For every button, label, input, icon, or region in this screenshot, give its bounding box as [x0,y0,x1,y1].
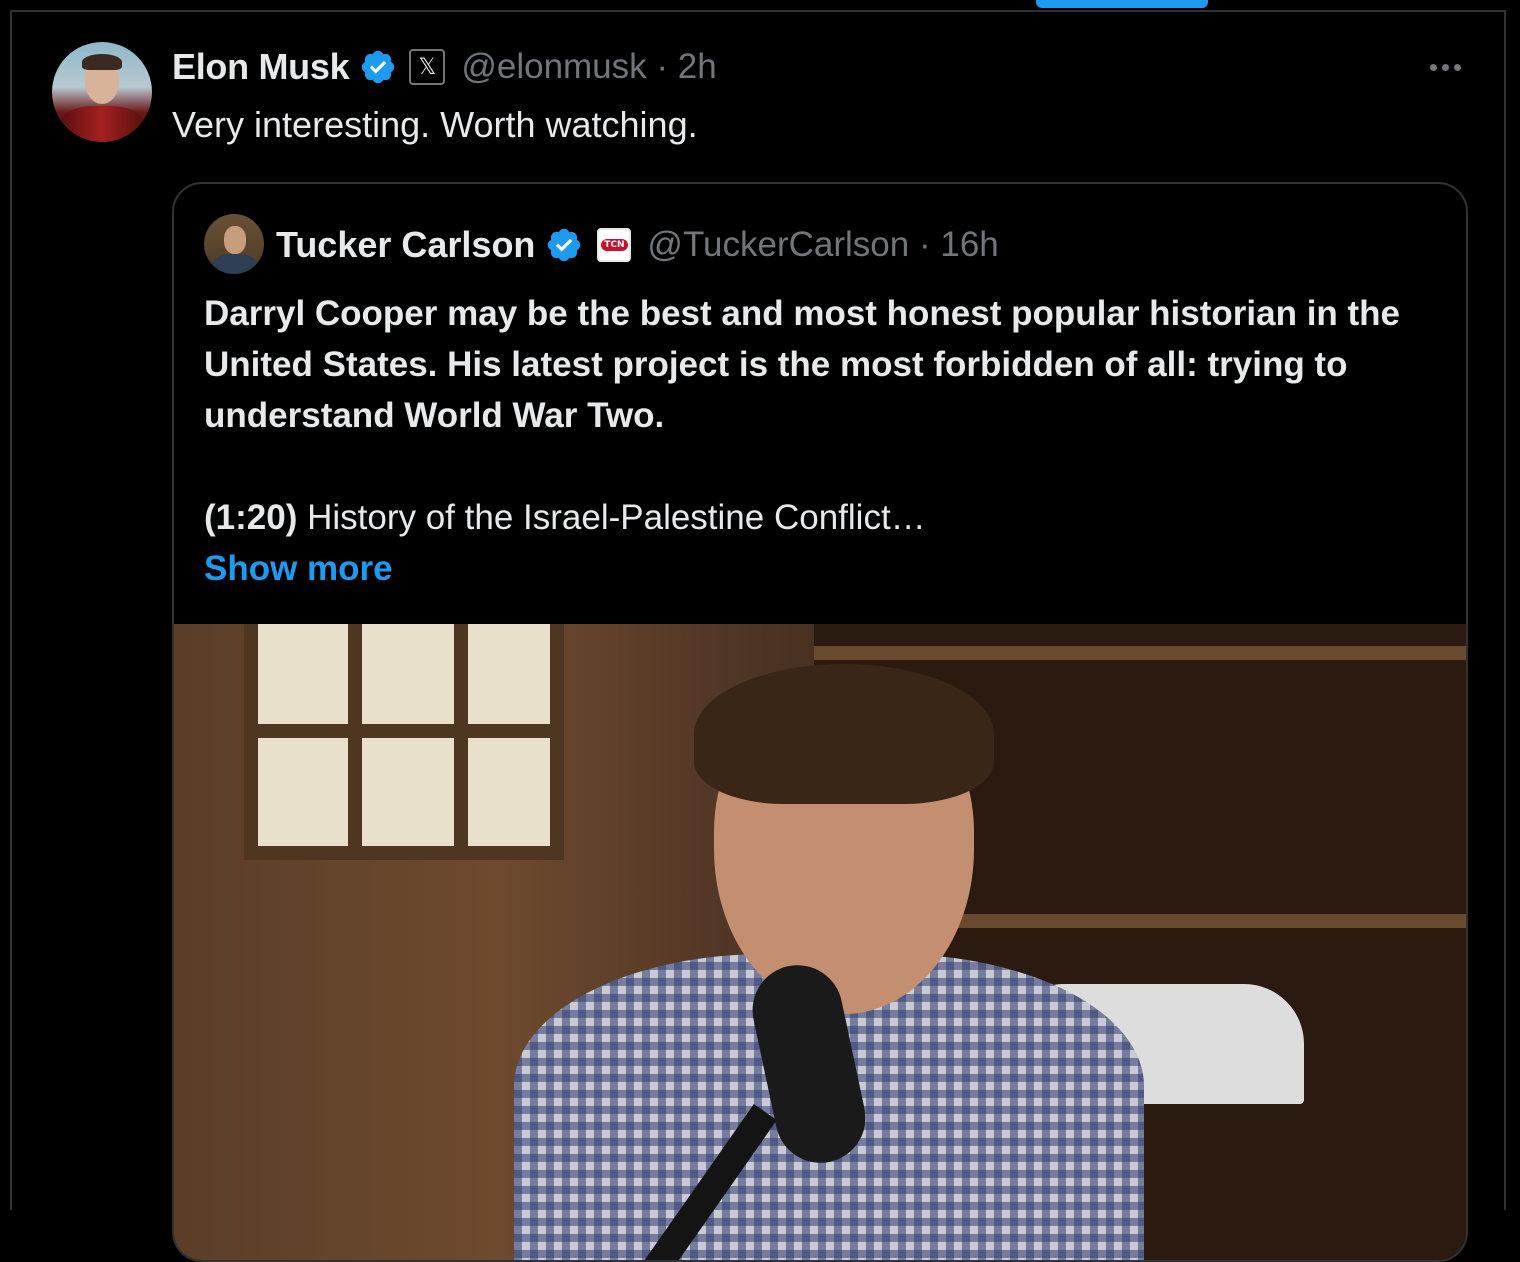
avatar[interactable] [52,42,152,142]
video-thumbnail[interactable] [174,624,1466,1260]
author-name[interactable]: Elon Musk [172,46,350,88]
tweet-text: Very interesting. Worth watching. [172,104,698,145]
tcn-affiliate-icon[interactable]: TCN [597,228,632,262]
quoted-header: Tucker Carlson TCN @TuckerCarlson · 16h [276,222,999,268]
x-affiliate-icon[interactable]: 𝕏 [409,49,446,85]
speaker-hair [694,664,994,804]
quoted-text: Darryl Cooper may be the best and most h… [204,288,1444,594]
verified-badge-icon[interactable] [545,226,583,264]
show-more-link[interactable]: Show more [204,543,1444,594]
tweet-header: Elon Musk 𝕏 @elonmusk · 2h [172,44,717,90]
quoted-chapter-line: (1:20) History of the Israel-Palestine C… [204,498,926,537]
author-handle[interactable]: @elonmusk · 2h [461,47,716,87]
verified-badge-icon[interactable] [359,48,397,86]
active-tab-indicator [1036,0,1208,8]
quoted-tweet[interactable]: Tucker Carlson TCN @TuckerCarlson · 16h … [172,182,1468,1262]
quoted-author-name[interactable]: Tucker Carlson [276,224,535,266]
more-options-icon[interactable] [1424,52,1466,82]
quoted-text-main: Darryl Cooper may be the best and most h… [204,294,1401,435]
quoted-avatar[interactable] [204,214,264,274]
quoted-author-handle[interactable]: @TuckerCarlson · 16h [647,225,998,265]
window-backdrop [244,624,564,860]
